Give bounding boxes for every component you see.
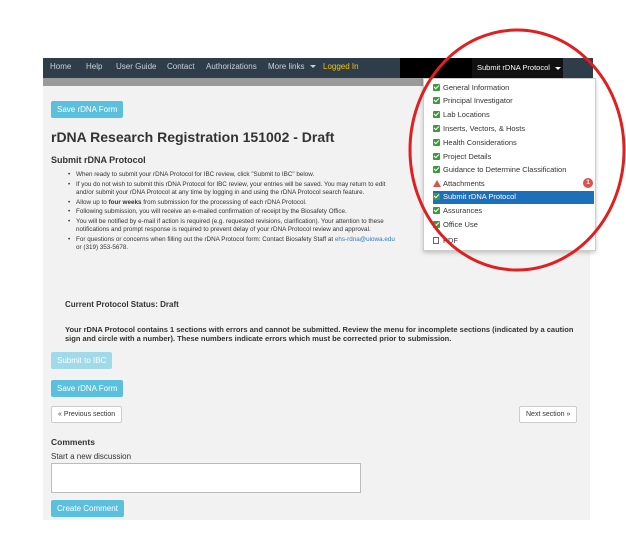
error-count-badge: 1 xyxy=(583,178,593,188)
nav-more-links-label: More links xyxy=(268,62,305,71)
menu-item-label: Guidance to Determine Classification xyxy=(443,165,567,174)
menu-item-label: Submit rDNA Protocol xyxy=(443,192,516,201)
instruction-item: For questions or concerns when filling o… xyxy=(64,236,399,253)
menu-item-health-considerations[interactable]: Health Considerations xyxy=(433,137,517,149)
instructions-list: When ready to submit your rDNA Protocol … xyxy=(64,171,399,254)
check-icon xyxy=(433,110,440,118)
check-icon xyxy=(433,124,440,132)
instruction-text: from submission for the processing of ea… xyxy=(141,198,307,206)
menu-item-label: Lab Locations xyxy=(443,110,490,119)
menu-item-principal-investigator[interactable]: Principal Investigator xyxy=(433,95,513,107)
section-title: Submit rDNA Protocol xyxy=(51,155,146,165)
menu-item-label: Assurances xyxy=(443,206,483,215)
nav-home[interactable]: Home xyxy=(50,62,71,71)
protocol-status: Current Protocol Status: Draft xyxy=(65,300,179,309)
instruction-item: When ready to submit your rDNA Protocol … xyxy=(64,171,399,180)
submit-protocol-menu-label: Submit rDNA Protocol xyxy=(477,63,550,72)
nav-authorizations[interactable]: Authorizations xyxy=(206,62,257,71)
contact-email-link[interactable]: ehs-rdna@uiowa.edu xyxy=(335,236,395,243)
menu-item-label: General Information xyxy=(443,83,510,92)
nav-more-links[interactable]: More links xyxy=(268,62,316,71)
menu-item-label: Office Use xyxy=(443,220,478,229)
check-icon xyxy=(433,138,440,146)
chevron-down-icon xyxy=(309,65,316,69)
check-icon xyxy=(433,206,440,214)
instruction-text: or (319) 353-5678. xyxy=(76,244,129,251)
menu-item-label: Attachments xyxy=(443,179,485,188)
menu-item-label: Principal Investigator xyxy=(443,96,513,105)
page-title: rDNA Research Registration 151002 - Draf… xyxy=(51,129,335,145)
instruction-emphasis: four weeks xyxy=(108,198,142,206)
menu-item-label: Project Details xyxy=(443,152,492,161)
menu-item-label: PDF xyxy=(443,236,458,245)
previous-section-button[interactable]: « Previous section xyxy=(51,406,123,423)
menu-item-label: Inserts, Vectors, & Hosts xyxy=(443,124,526,133)
submit-protocol-menu[interactable]: Submit rDNA Protocol xyxy=(472,58,563,78)
check-icon xyxy=(433,192,440,200)
menu-item-attachments[interactable]: Attachments xyxy=(433,178,485,190)
navbar-spacer xyxy=(400,58,472,78)
warning-icon xyxy=(433,179,441,187)
error-message: Your rDNA Protocol contains 1 sections w… xyxy=(65,325,574,343)
menu-item-label: Health Considerations xyxy=(443,138,517,147)
menu-item-general-information[interactable]: General Information xyxy=(433,82,509,94)
menu-item-assurances[interactable]: Assurances xyxy=(433,205,482,217)
discussion-label: Start a new discussion xyxy=(51,452,132,461)
submit-protocol-dropdown: General Information Principal Investigat… xyxy=(423,78,596,251)
check-icon xyxy=(433,220,440,228)
menu-item-project-details[interactable]: Project Details xyxy=(433,151,491,163)
menu-item-guidance-classification[interactable]: Guidance to Determine Classification xyxy=(433,164,566,176)
check-icon xyxy=(433,96,440,104)
comments-heading: Comments xyxy=(51,437,95,447)
logged-in-indicator: Logged In xyxy=(323,62,359,71)
menu-item-lab-locations[interactable]: Lab Locations xyxy=(433,109,490,121)
check-icon xyxy=(433,83,440,91)
check-icon xyxy=(433,152,440,160)
instruction-item: Following submission, you will receive a… xyxy=(64,208,399,217)
save-rdna-form-button[interactable]: Save rDNA Form xyxy=(51,101,124,118)
nav-user-guide[interactable]: User Guide xyxy=(116,62,156,71)
top-navbar: Home Help User Guide Contact Authorizati… xyxy=(43,58,593,78)
new-discussion-textarea[interactable] xyxy=(51,463,361,493)
save-rdna-form-button-bottom[interactable]: Save rDNA Form xyxy=(51,380,124,397)
instruction-item: If you do not wish to submit this rDNA P… xyxy=(64,181,399,198)
create-comment-button[interactable]: Create Comment xyxy=(51,500,124,517)
instruction-item: You will be notified by e-mail if action… xyxy=(64,218,399,235)
menu-item-office-use[interactable]: Office Use xyxy=(433,219,478,231)
menu-item-submit-rdna-protocol[interactable]: Submit rDNA Protocol xyxy=(433,191,594,204)
instruction-text: For questions or concerns when filling o… xyxy=(76,235,335,243)
menu-item-active: Submit rDNA Protocol xyxy=(433,191,516,203)
submit-to-ibc-button[interactable]: Submit to IBC xyxy=(51,352,113,369)
instruction-item: Allow up to four weeks from submission f… xyxy=(64,199,399,208)
pdf-icon xyxy=(433,236,439,244)
check-icon xyxy=(433,165,440,173)
instruction-text: Allow up to xyxy=(76,198,109,206)
menu-item-pdf[interactable]: PDF xyxy=(433,235,458,247)
nav-contact[interactable]: Contact xyxy=(167,62,195,71)
chevron-down-icon xyxy=(555,66,562,70)
next-section-button[interactable]: Next section » xyxy=(519,406,578,423)
menu-item-inserts-vectors-hosts[interactable]: Inserts, Vectors, & Hosts xyxy=(433,123,525,135)
nav-help[interactable]: Help xyxy=(86,62,102,71)
